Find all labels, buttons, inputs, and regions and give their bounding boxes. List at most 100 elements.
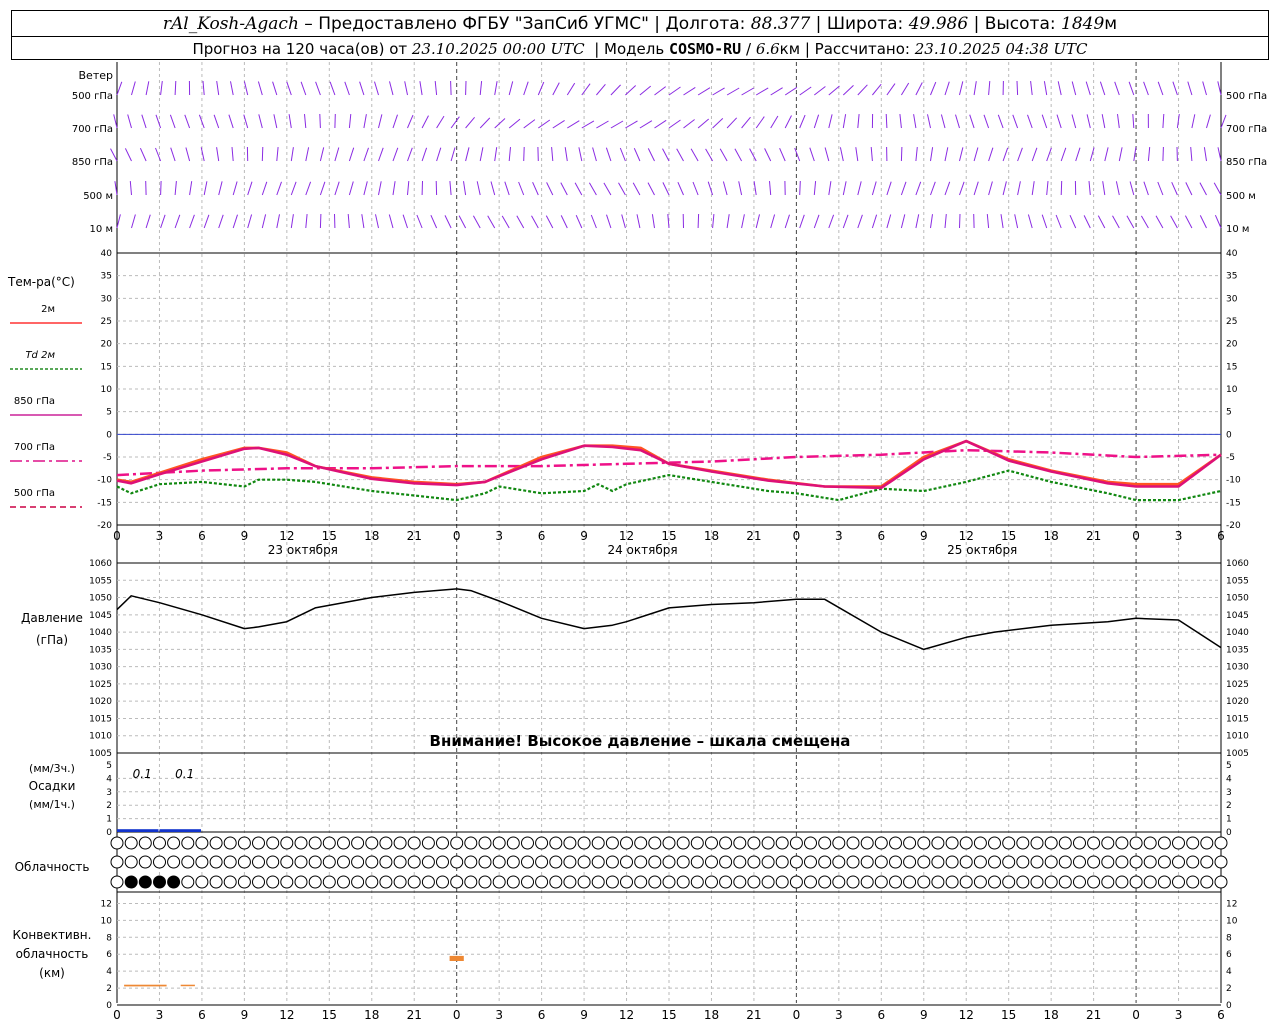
- wind-barb: [741, 116, 751, 129]
- wind-barb: [596, 83, 606, 96]
- cloud-cover-symbol: [1200, 875, 1214, 889]
- wind-barb: [639, 85, 652, 96]
- cloud-cover-symbol: [1101, 855, 1115, 869]
- wind-barb: [416, 214, 423, 229]
- cloud-cover-symbol: [110, 855, 124, 869]
- wind-barb: [537, 81, 545, 96]
- wind-barb: [770, 214, 776, 229]
- wind-barb: [407, 147, 413, 162]
- precip-tick-left: 5: [106, 761, 112, 771]
- wind-barb: [973, 81, 977, 96]
- wind-barb: [1043, 81, 1048, 96]
- cloud-cover-symbol: [379, 855, 393, 869]
- wind-barb: [508, 147, 511, 162]
- wind-barb: [170, 147, 176, 162]
- wind-barb: [915, 181, 922, 196]
- x-tick-label-bottom: 3: [1175, 1008, 1183, 1022]
- x-tick-label: 6: [198, 529, 206, 543]
- cloud-cover-symbol: [620, 836, 633, 850]
- wind-barb: [799, 180, 801, 196]
- temp-tick-left: 25: [101, 317, 112, 327]
- wind-barb: [518, 181, 525, 196]
- wind-barb: [516, 215, 525, 229]
- wind-barb: [619, 147, 626, 162]
- temp-legend-label: Td 2м: [25, 350, 55, 361]
- wind-barb: [261, 181, 268, 196]
- wind-barb: [1097, 215, 1106, 229]
- wind-barb: [647, 148, 655, 162]
- wind-barb: [388, 214, 394, 229]
- wind-barb: [531, 215, 539, 229]
- cloud-cover-symbol: [1044, 836, 1058, 850]
- wind-barb: [755, 214, 760, 229]
- wind-barb: [145, 214, 151, 229]
- wind-barb: [131, 214, 136, 229]
- cloud-cover-symbol: [676, 855, 690, 869]
- wind-barb: [566, 82, 576, 96]
- wind-barb: [392, 181, 396, 196]
- wind-barb: [828, 114, 833, 129]
- temp-tick-right: -10: [1226, 476, 1241, 486]
- cloud-cover-symbol: [1101, 875, 1115, 889]
- cloud-cover-symbol: [1115, 836, 1129, 850]
- x-tick-label: 12: [959, 529, 974, 543]
- cloud-cover-symbol: [620, 855, 633, 869]
- pressure-unit: (гПа): [36, 633, 68, 647]
- cloud-cover-symbol: [860, 855, 874, 869]
- cloud-cover-symbol: [591, 875, 605, 889]
- cloud-cover-symbol: [252, 836, 265, 850]
- cloud-cover-symbol: [563, 875, 577, 889]
- conv-tick-left: 12: [101, 899, 112, 909]
- pressure-tick-right: 1025: [1226, 680, 1249, 690]
- temp-tick-right: 0: [1226, 430, 1232, 440]
- wind-barb: [203, 214, 210, 229]
- wind-barb: [828, 181, 832, 196]
- wind-barb: [813, 86, 826, 96]
- wind-barb: [1041, 214, 1048, 229]
- cloud-cover-symbol: [393, 855, 407, 869]
- wind-barb: [712, 87, 725, 96]
- x-tick-label-bottom: 15: [661, 1008, 676, 1022]
- conv-tick-left: 10: [101, 916, 113, 926]
- cloud-cover-symbol: [393, 836, 407, 850]
- wind-barb: [402, 214, 408, 229]
- x-tick-label: 15: [1001, 529, 1016, 543]
- wind-barb: [1172, 81, 1178, 96]
- wind-barb: [407, 114, 414, 129]
- pressure-tick-left: 1025: [89, 680, 112, 690]
- x-tick-label-bottom: 12: [619, 1008, 634, 1022]
- cloud-cover-symbol: [903, 855, 917, 869]
- wind-barb: [719, 148, 728, 162]
- cloud-cover-symbol: [1087, 836, 1101, 850]
- temp-legend-label: 850 гПа: [14, 396, 55, 407]
- cloud-cover-symbol: [1157, 875, 1171, 889]
- wind-barb: [590, 214, 597, 229]
- x-tick-label-bottom: 18: [1044, 1008, 1059, 1022]
- x-tick-label: 15: [322, 529, 337, 543]
- cloud-cover-symbol: [577, 875, 591, 889]
- x-tick-label-bottom: 0: [793, 1008, 801, 1022]
- x-tick-label-bottom: 15: [1001, 1008, 1016, 1022]
- wind-level-label-right: 500 гПа: [1226, 91, 1267, 102]
- precip-bar-label: 0.1: [133, 767, 152, 781]
- temp-tick-right: 30: [1226, 294, 1238, 304]
- wind-barb: [1157, 81, 1164, 96]
- wind-barb: [231, 147, 234, 162]
- cloud-cover-symbol: [110, 875, 124, 889]
- cloud-cover-symbol: [733, 836, 747, 850]
- cloud-cover-symbol: [280, 875, 294, 889]
- wind-barb: [1147, 147, 1151, 162]
- cloud-cover-symbol: [492, 875, 506, 889]
- cloud-cover-symbol: [1129, 855, 1143, 869]
- wind-barb: [545, 215, 554, 229]
- wind-barb: [1041, 114, 1048, 129]
- wind-barb: [871, 181, 877, 196]
- x-tick-label-bottom: 6: [198, 1008, 206, 1022]
- cloud-cover-symbol: [917, 855, 931, 869]
- cloud-cover-symbol: [705, 855, 718, 869]
- precip-tick-left: 2: [106, 801, 112, 811]
- cloud-cover-symbol: [577, 836, 591, 850]
- wind-barb: [348, 147, 355, 162]
- cloud-cover-symbol: [1058, 875, 1072, 889]
- wind-barb: [532, 181, 539, 196]
